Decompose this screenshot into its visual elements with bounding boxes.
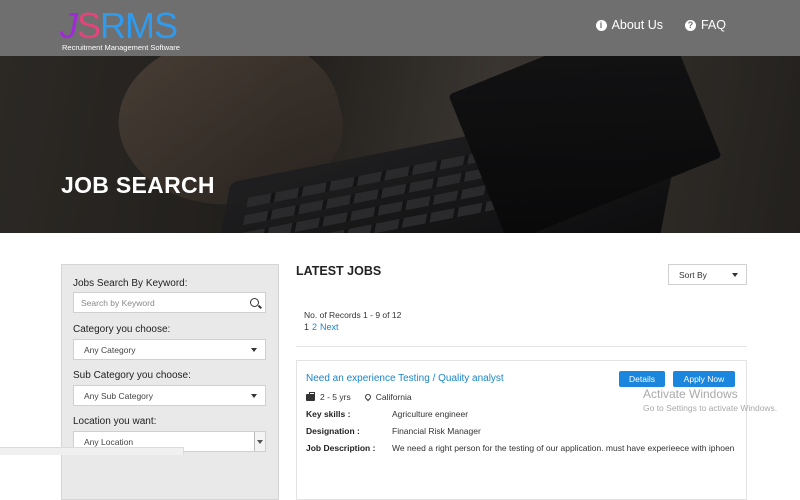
job-location: California <box>375 392 412 402</box>
category-select[interactable]: Any Category <box>73 339 266 360</box>
subcategory-label: Sub Category you choose: <box>73 370 191 381</box>
detail-value: We need a right person for the testing o… <box>392 443 735 453</box>
job-meta: 2 - 5 yrs California <box>306 391 412 402</box>
detail-key: Job Description : <box>306 443 376 453</box>
search-filters-panel: Jobs Search By Keyword: Category you cho… <box>61 264 279 500</box>
top-nav: i About Us ? FAQ <box>595 18 726 32</box>
logo-subtitle: Recruitment Management Software <box>62 43 180 52</box>
detail-value: Agriculture engineer <box>392 409 469 419</box>
records-count: No. of Records 1 - 9 of 12 <box>304 310 402 320</box>
divider <box>296 346 747 347</box>
page-next-link[interactable]: Next <box>320 322 339 332</box>
chevron-down-icon <box>251 348 257 352</box>
category-label: Category you choose: <box>73 324 171 335</box>
map-pin-icon <box>363 392 372 402</box>
top-navbar: JSRMS Recruitment Management Software i … <box>0 0 800 56</box>
logo-mark: JSRMS <box>60 5 178 46</box>
details-button[interactable]: Details <box>619 371 665 387</box>
sort-by-value: Sort By <box>679 269 707 280</box>
page: JSRMS Recruitment Management Software i … <box>0 0 800 500</box>
apply-now-button[interactable]: Apply Now <box>673 371 735 387</box>
nav-faq[interactable]: ? FAQ <box>684 18 726 32</box>
detail-key: Designation : <box>306 426 360 436</box>
hero-banner: JOB SEARCH <box>0 56 800 233</box>
job-detail-row: Designation : Financial Risk Manager <box>306 426 481 436</box>
keyword-label: Jobs Search By Keyword: <box>73 278 188 289</box>
job-experience: 2 - 5 yrs <box>320 392 351 402</box>
pagination: 1 2 Next <box>304 322 339 332</box>
keyword-search-input[interactable] <box>74 293 239 313</box>
latest-jobs-heading: LATEST JOBS <box>296 264 382 278</box>
job-card: Need an experience Testing / Quality ana… <box>296 360 747 500</box>
chevron-down-icon <box>251 394 257 398</box>
job-detail-row: Key skills : Agriculture engineer <box>306 409 468 419</box>
nav-about-us-label: About Us <box>611 18 663 32</box>
nav-faq-label: FAQ <box>700 18 726 32</box>
info-icon: i <box>595 19 607 31</box>
jsrms-logo[interactable]: JSRMS Recruitment Management Software <box>60 5 200 53</box>
search-icon[interactable] <box>250 298 259 307</box>
nav-about-us[interactable]: i About Us <box>595 18 663 32</box>
keyword-search-box <box>73 292 266 313</box>
detail-value: Financial Risk Manager <box>392 426 481 436</box>
briefcase-icon <box>306 391 315 401</box>
logo-letters-rms: RMS <box>100 5 178 46</box>
detail-key: Key skills : <box>306 409 351 419</box>
category-select-value: Any Category <box>84 344 136 355</box>
page-title: JOB SEARCH <box>61 172 215 198</box>
logo-letter-j: J <box>60 5 78 46</box>
location-label: Location you want: <box>73 416 157 427</box>
subcategory-select-value: Any Sub Category <box>84 390 153 401</box>
sort-by-select[interactable]: Sort By <box>668 264 747 285</box>
browser-status-bar <box>0 447 184 455</box>
job-detail-row: Job Description : We need a right person… <box>306 443 734 453</box>
location-scroll-arrow[interactable] <box>254 432 265 451</box>
subcategory-select[interactable]: Any Sub Category <box>73 385 266 406</box>
question-icon: ? <box>684 19 696 31</box>
job-title-link[interactable]: Need an experience Testing / Quality ana… <box>306 373 504 384</box>
page-link-2[interactable]: 2 <box>312 322 317 332</box>
page-current: 1 <box>304 322 310 332</box>
hero-overlay <box>0 56 800 233</box>
logo-letter-s: S <box>77 5 101 46</box>
chevron-down-icon <box>257 439 263 444</box>
location-select-value: Any Location <box>84 436 134 447</box>
chevron-down-icon <box>732 273 738 277</box>
